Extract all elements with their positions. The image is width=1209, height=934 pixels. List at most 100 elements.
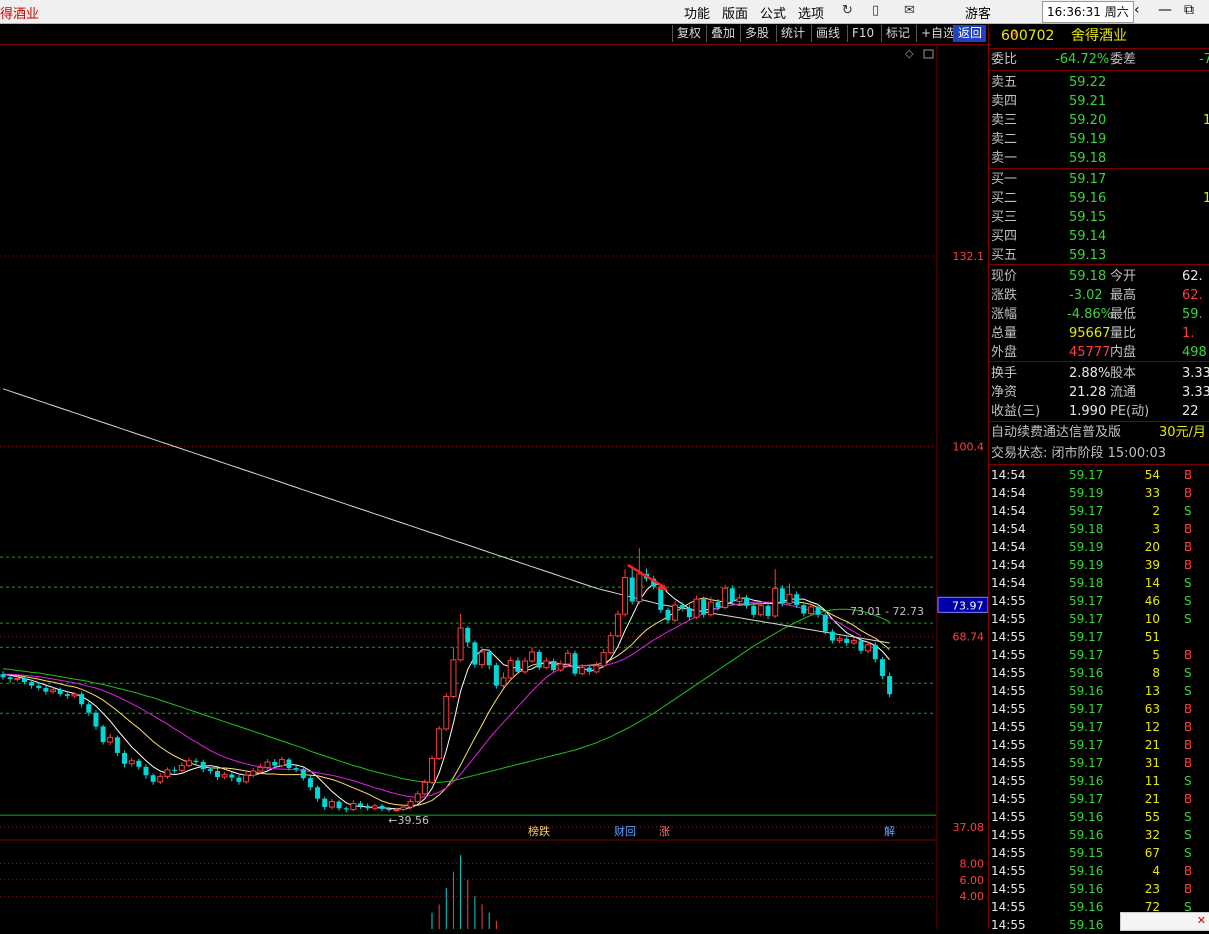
btn-stats[interactable]: 统计 <box>776 25 809 42</box>
fin-value: 3.33 <box>1182 385 1209 400</box>
tick-volume: 3 <box>1152 522 1160 536</box>
refresh-icon[interactable]: ↻ <box>842 3 853 18</box>
tick-row[interactable]: 14:55 59.17 21 B <box>989 736 1209 754</box>
candle <box>486 649 492 670</box>
tick-volume: 32 <box>1144 828 1160 842</box>
tick-row[interactable]: 14:55 59.16 13 S <box>989 682 1209 700</box>
btn-mark[interactable]: 标记 <box>881 25 914 42</box>
btn-overlay[interactable]: 叠加 <box>706 25 739 42</box>
candle-body <box>500 677 507 687</box>
candle <box>765 602 771 619</box>
tick-row[interactable]: 14:55 59.17 31 B <box>989 754 1209 772</box>
candle-body <box>872 644 878 660</box>
tick-row[interactable]: 14:55 59.17 21 B <box>989 790 1209 808</box>
stock-name: 舍得酒业 <box>1071 28 1127 44</box>
candle-body <box>543 660 550 669</box>
ask-price[interactable]: 59.18 <box>1069 149 1106 168</box>
tick-row[interactable]: 14:54 59.19 33 B <box>989 484 1209 502</box>
tick-row[interactable]: 14:55 59.15 67 S <box>989 844 1209 862</box>
candle <box>79 691 85 708</box>
bid-price[interactable]: 59.13 <box>1069 246 1106 265</box>
tick-volume: 31 <box>1144 756 1160 770</box>
tick-time: 14:55 <box>991 792 1026 806</box>
candle-body <box>586 667 592 672</box>
kline-chart[interactable]: 132.1 100.4 68.74 37.08 73.97 8.00 6.00 4.00 ←… <box>0 45 988 929</box>
ask-price[interactable]: 59.19 <box>1069 130 1106 149</box>
btn-f10[interactable]: F10 <box>847 25 878 42</box>
stat-label: 量比 <box>1110 326 1137 341</box>
btn-draw[interactable]: 画线 <box>811 25 844 42</box>
restore-icon[interactable]: ⧉ <box>1184 2 1194 18</box>
promo-text[interactable]: 自动续费通达信普及版 <box>991 423 1121 442</box>
candle-body <box>379 805 385 809</box>
user-label[interactable]: 游客 <box>965 3 991 22</box>
tick-row[interactable]: 14:55 59.17 63 B <box>989 700 1209 718</box>
candle-body <box>286 759 292 768</box>
menu-layout[interactable]: 版面 <box>722 3 748 22</box>
candle-body <box>429 757 435 783</box>
tick-volume: 5 <box>1152 648 1160 662</box>
tick-row[interactable]: 14:55 59.16 55 S <box>989 808 1209 826</box>
stat-value: 62. <box>1182 288 1203 303</box>
bid-price[interactable]: 59.17 <box>1069 170 1106 189</box>
tick-price: 59.17 <box>1069 504 1104 518</box>
candle <box>293 765 299 773</box>
tick-row[interactable]: 14:54 59.17 54 B <box>989 466 1209 484</box>
device-icon[interactable]: ▯ <box>872 3 879 18</box>
candle-body <box>479 651 486 666</box>
menu-formula[interactable]: 公式 <box>760 3 786 22</box>
tick-row[interactable]: 14:55 59.17 10 S <box>989 610 1209 628</box>
menu-options[interactable]: 选项 <box>798 3 824 22</box>
candle <box>515 657 521 675</box>
tick-row[interactable]: 14:54 59.19 39 B <box>989 556 1209 574</box>
tick-row[interactable]: 14:55 59.16 32 S <box>989 826 1209 844</box>
tick-side: S <box>1184 846 1192 860</box>
back-arrow-icon[interactable]: ‹ <box>1134 2 1140 18</box>
btn-back[interactable]: 返回 <box>953 25 987 42</box>
candle-body <box>257 766 264 772</box>
bid-price[interactable]: 59.16 <box>1069 189 1106 208</box>
candle <box>136 758 142 770</box>
candle-body <box>707 601 714 616</box>
popup-notice[interactable]: ✕ <box>1120 912 1209 931</box>
fin-value: 3.33 <box>1182 366 1209 381</box>
candle-body <box>29 682 35 686</box>
candle <box>672 601 679 622</box>
tick-row[interactable]: 14:55 59.17 12 B <box>989 718 1209 736</box>
tick-row[interactable]: 14:55 59.16 23 B <box>989 880 1209 898</box>
tick-row[interactable]: 14:54 59.17 2 S <box>989 502 1209 520</box>
candle-body <box>221 774 228 778</box>
tick-time: 14:55 <box>991 630 1026 644</box>
ask-price[interactable]: 59.22 <box>1069 73 1106 92</box>
tick-row[interactable]: 14:54 59.19 20 B <box>989 538 1209 556</box>
tick-side: S <box>1184 828 1192 842</box>
tick-row[interactable]: 14:55 59.16 4 B <box>989 862 1209 880</box>
bid-price[interactable]: 59.15 <box>1069 208 1106 227</box>
btn-fuquan[interactable]: 复权 <box>672 25 705 42</box>
tick-row[interactable]: 14:54 59.18 3 B <box>989 520 1209 538</box>
tick-row[interactable]: 14:54 59.18 14 S <box>989 574 1209 592</box>
title-bar: 得酒业 功能 版面 公式 选项 ↻ ▯ ✉ 游客 16:36:31 周六 ‹ —… <box>0 0 1209 24</box>
bid-label: 买四 <box>991 229 1018 244</box>
bid-price[interactable]: 59.14 <box>1069 227 1106 246</box>
close-icon[interactable]: ✕ <box>1197 914 1206 927</box>
clock: 16:36:31 周六 <box>1042 1 1134 23</box>
minimize-icon[interactable]: — <box>1158 2 1172 18</box>
promo-price[interactable]: 30元/月 <box>1159 423 1206 442</box>
candle-body <box>64 694 70 696</box>
tick-row[interactable]: 14:55 59.16 11 S <box>989 772 1209 790</box>
tick-row[interactable]: 14:55 59.17 46 S <box>989 592 1209 610</box>
price-axis: 132.1 100.4 68.74 37.08 73.97 <box>937 250 988 834</box>
tick-row[interactable]: 14:55 59.16 8 S <box>989 664 1209 682</box>
tick-price: 59.17 <box>1069 792 1104 806</box>
price-tick-label: 100.4 <box>953 440 985 453</box>
ask-price[interactable]: 59.21 <box>1069 92 1106 111</box>
tick-row[interactable]: 14:55 59.17 5 B <box>989 646 1209 664</box>
candle-body <box>193 760 199 762</box>
mail-icon[interactable]: ✉ <box>904 3 915 18</box>
tick-row[interactable]: 14:55 59.17 51 <box>989 628 1209 646</box>
candle <box>200 759 206 773</box>
menu-function[interactable]: 功能 <box>684 3 710 22</box>
ask-price[interactable]: 59.20 <box>1069 111 1106 130</box>
btn-multi[interactable]: 多股 <box>740 25 773 42</box>
